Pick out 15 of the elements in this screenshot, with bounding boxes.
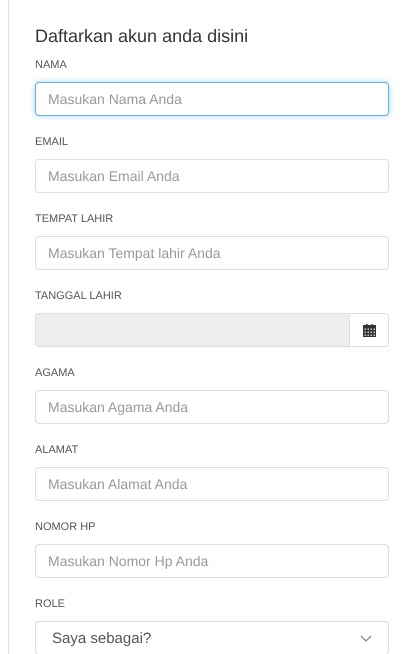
field-label: NOMOR HP [35,520,96,534]
calendar-icon [362,324,376,336]
chevron-down-icon [360,634,372,642]
calendar-button[interactable] [349,314,388,346]
text-field[interactable]: Masukan Nama Anda [35,82,389,116]
field-label: AGAMA [35,366,75,380]
field-label: EMAIL [35,135,68,149]
field-label: TEMPAT LAHIR [35,212,114,226]
date-field[interactable] [35,313,389,347]
field-label: NAMA [35,58,67,72]
role-select[interactable]: Saya sebagai? [35,621,389,654]
field-label: ROLE [35,597,65,611]
field-label: TANGGAL LAHIR [35,289,122,303]
form-title: Daftarkan akun anda disini [35,25,250,48]
field-label: ALAMAT [35,443,78,457]
